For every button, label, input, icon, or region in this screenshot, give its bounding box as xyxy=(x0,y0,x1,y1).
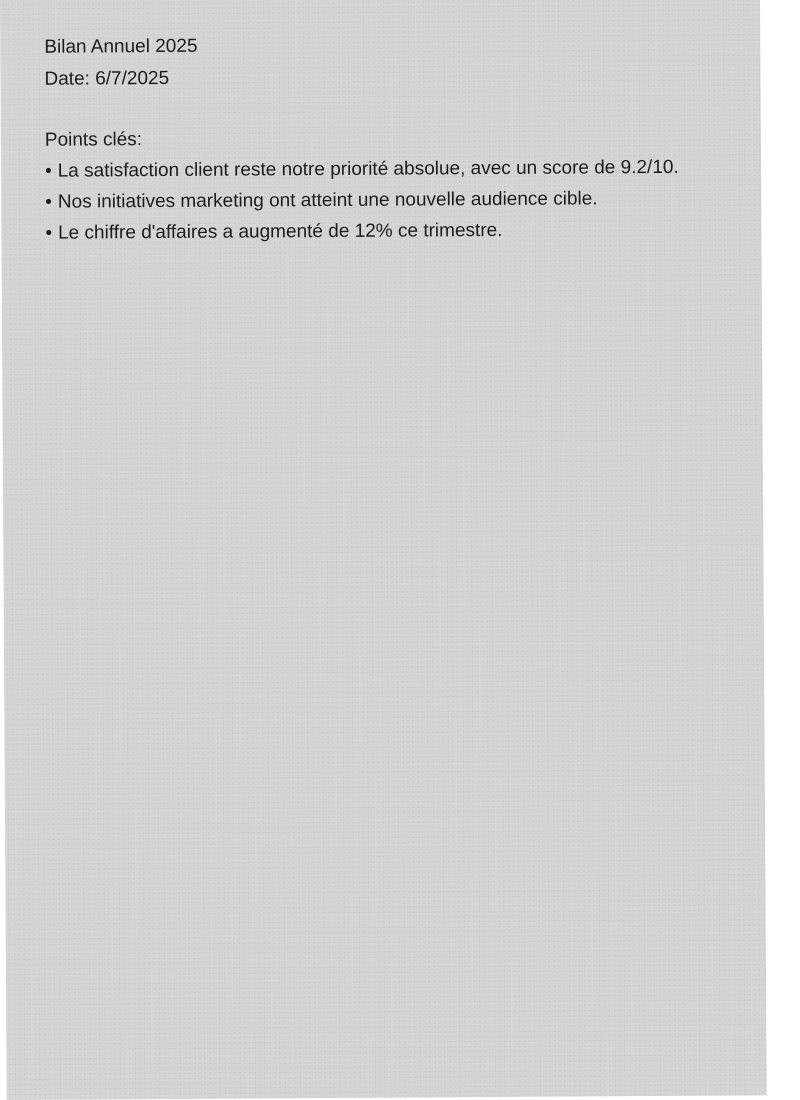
key-points-list: • La satisfaction client reste notre prio… xyxy=(44,156,745,244)
bullet-icon: • xyxy=(44,160,52,182)
list-item-text: Le chiffre d'affaires a augmenté de 12% … xyxy=(58,219,503,244)
list-item-text: Nos initiatives marketing ont atteint un… xyxy=(57,188,598,213)
list-item: • Nos initiatives marketing ont atteint u… xyxy=(45,188,745,213)
bullet-icon: • xyxy=(45,191,52,213)
document-page: Bilan Annuel 2025 Date: 6/7/2025 Points … xyxy=(0,0,767,1100)
key-points-label: Points clés: xyxy=(44,129,143,151)
document-content: Bilan Annuel 2025 Date: 6/7/2025 Points … xyxy=(44,33,745,254)
list-item-text: La satisfaction client reste notre prior… xyxy=(57,156,679,182)
document-date: Date: 6/7/2025 xyxy=(44,67,170,90)
bullet-icon: • xyxy=(45,222,53,244)
document-title: Bilan Annuel 2025 xyxy=(44,35,198,58)
list-item: • La satisfaction client reste notre prio… xyxy=(44,156,745,182)
list-item: • Le chiffre d'affaires a augmenté de 12%… xyxy=(45,219,745,244)
